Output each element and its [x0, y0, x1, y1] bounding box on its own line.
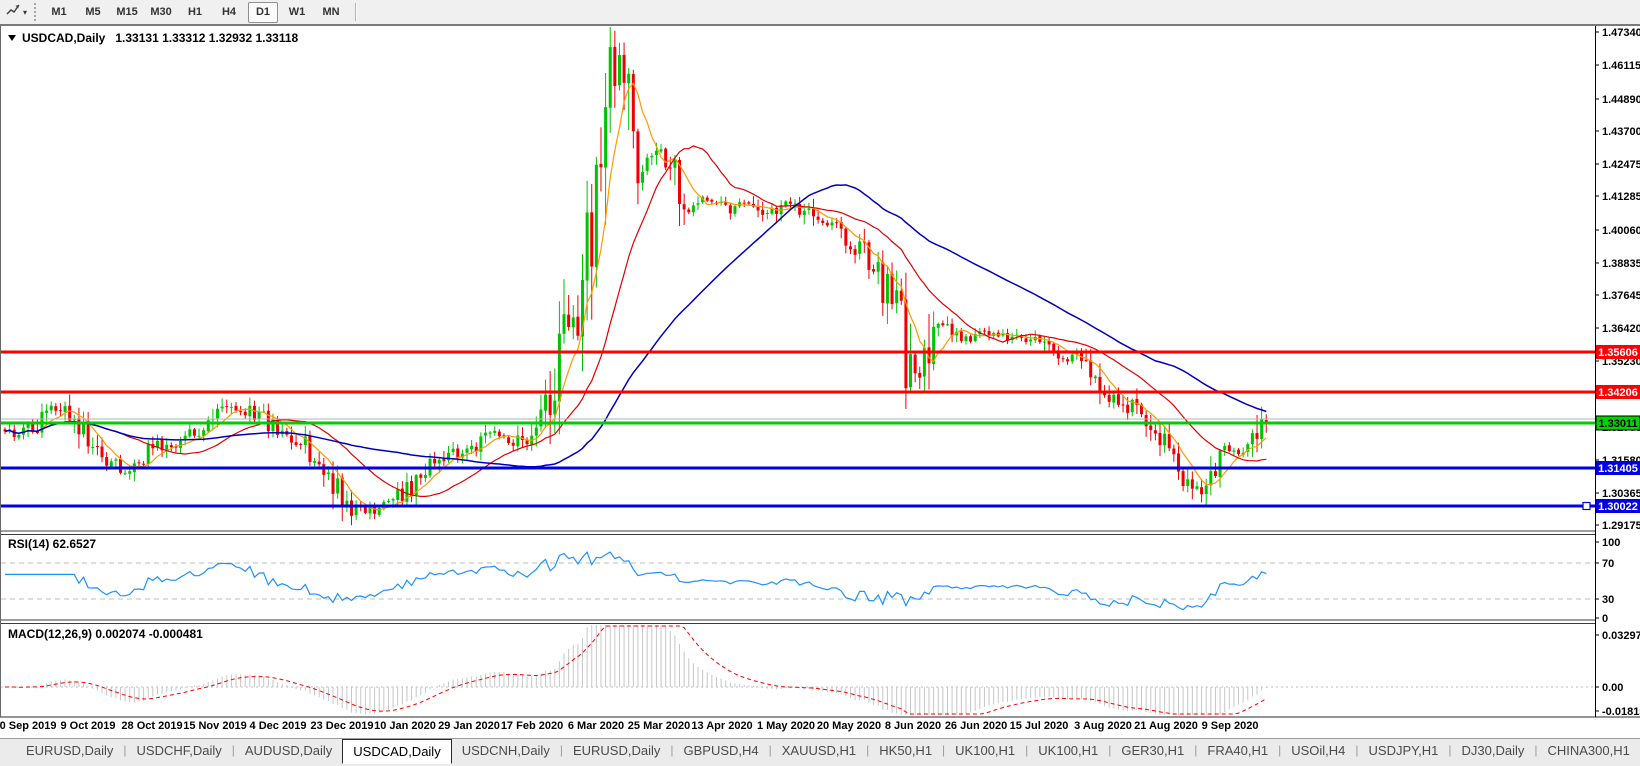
- date-tick-label: 13 Apr 2020: [691, 720, 753, 732]
- date-tick-label: 3 Aug 2020: [1074, 720, 1132, 732]
- date-tick-label: 4 Dec 2019: [249, 720, 307, 732]
- timeframe-button-h1[interactable]: H1: [180, 2, 210, 23]
- chart-tab-ger30-h1[interactable]: GER30,H1: [1111, 740, 1194, 761]
- time-axis[interactable]: 20 Sep 20199 Oct 2019 28 Oct 201915 Nov 2…: [0, 718, 1640, 738]
- svg-text:1.30022: 1.30022: [1598, 501, 1638, 513]
- chart-tab-audusd-daily[interactable]: AUDUSD,Daily: [235, 740, 342, 761]
- date-tick-label: 25 Mar 2020: [627, 720, 691, 732]
- date-tick-label: 20 May 2020: [816, 720, 882, 732]
- date-tick-label: 26 Jun 2020: [944, 720, 1008, 732]
- date-tick-label: 8 Jun 2020: [884, 720, 942, 732]
- chart-tab-dj30-daily[interactable]: DJ30,Daily: [1452, 740, 1535, 761]
- macd-axis-label: 0.032972: [1602, 630, 1640, 642]
- chart-title: USDCAD,Daily 1.33131 1.33312 1.32932 1.33…: [8, 31, 299, 45]
- line-drag-handle[interactable]: [1582, 501, 1591, 511]
- macd-axis-label: -0.018154: [1602, 706, 1640, 718]
- timeframe-button-m30[interactable]: M30: [146, 2, 176, 23]
- price-flag: 1.34206: [1596, 385, 1640, 399]
- svg-text:1.31405: 1.31405: [1598, 463, 1638, 475]
- chart-tab-uk100-h1[interactable]: UK100,H1: [945, 740, 1025, 761]
- chart-tab-xauusd-h1[interactable]: XAUUSD,H1: [772, 740, 866, 761]
- price-tick-label: 1.36420: [1602, 323, 1640, 335]
- price-tick-label: 1.38835: [1602, 258, 1640, 270]
- svg-text:USDCAD,Daily1.33131 1.33312 1.: USDCAD,Daily 1.33131 1.33312 1.32932 1.33…: [22, 31, 299, 45]
- rsi-axis-label: 70: [1602, 558, 1614, 570]
- chart-tab-uk100-h1[interactable]: UK100,H1: [1028, 740, 1108, 761]
- chart-tab-eurusd-daily[interactable]: EURUSD,Daily: [16, 740, 123, 761]
- svg-text:1.33011: 1.33011: [1598, 418, 1637, 430]
- timeframe-button-m1[interactable]: M1: [44, 2, 74, 23]
- price-tick-label: 1.47340: [1602, 27, 1640, 39]
- toolbar-separator: [355, 3, 358, 21]
- macd-axis-label: 0.00: [1602, 682, 1623, 694]
- price-tick-label: 1.40060: [1602, 225, 1640, 237]
- chart-tab-usdcnh-daily[interactable]: USDCNH,Daily: [452, 740, 560, 761]
- timeframe-button-mn[interactable]: MN: [316, 2, 346, 23]
- date-tick-label: 9 Oct 2019: [60, 720, 116, 732]
- rsi-axis-label: 100: [1602, 537, 1620, 549]
- svg-text:1.35606: 1.35606: [1598, 347, 1638, 359]
- timeframe-button-h4[interactable]: H4: [214, 2, 244, 23]
- chart-background: [0, 26, 1640, 718]
- chart-tab-eurusd-daily[interactable]: EURUSD,Daily: [563, 740, 670, 761]
- date-tick-label: 6 Mar 2020: [567, 720, 625, 732]
- chart-tab-usdjpy-h1[interactable]: USDJPY,H1: [1359, 740, 1449, 761]
- date-tick-label: 17 Feb 2020: [500, 720, 564, 732]
- rsi-label: RSI(14) 62.6527: [8, 537, 96, 551]
- macd-label: MACD(12,26,9) 0.002074 -0.000481: [8, 627, 203, 641]
- date-tick-label: 15 Nov 2019: [183, 720, 247, 732]
- chevron-down-icon: ▾: [23, 7, 28, 17]
- chart-tab-usoil-h4[interactable]: USOil,H4: [1281, 740, 1355, 761]
- timeframe-button-m15[interactable]: M15: [112, 2, 142, 23]
- timeframe-button-m5[interactable]: M5: [78, 2, 108, 23]
- price-tick-label: 1.37645: [1602, 290, 1640, 302]
- timeframe-button-w1[interactable]: W1: [282, 2, 312, 23]
- price-tick-label: 1.42475: [1602, 159, 1640, 171]
- date-tick-label: 9 Sep 2020: [1201, 720, 1259, 732]
- price-flag: 1.30022: [1596, 499, 1640, 513]
- toolbar-grip: [34, 3, 37, 21]
- price-flag: 1.35606: [1596, 345, 1640, 359]
- date-tick-label: 20 Sep 2019: [0, 720, 57, 732]
- price-flag: 1.31405: [1596, 461, 1640, 475]
- price-flag: 1.33011: [1595, 415, 1640, 431]
- price-tick-label: 1.46115: [1602, 60, 1640, 72]
- rsi-axis-label: 30: [1602, 594, 1614, 606]
- toolbar: ▾ M1 M5 M15 M30 H1 H4 D1 W1 MN: [0, 0, 1640, 26]
- svg-text:1.34206: 1.34206: [1598, 387, 1638, 399]
- chart-tab-usdcad-daily[interactable]: USDCAD,Daily: [342, 739, 452, 764]
- date-tick-label: 29 Jan 2020: [438, 720, 500, 732]
- date-tick-label: 1 May 2020: [756, 720, 816, 732]
- timeframe-buttons: M1 M5 M15 M30 H1 H4 D1 W1 MN: [42, 1, 348, 23]
- chart-tab-china300-h1[interactable]: CHINA300,H1: [1537, 740, 1639, 761]
- price-tick-label: 1.41285: [1602, 191, 1640, 203]
- cursor-tool-button[interactable]: ▾: [2, 2, 30, 22]
- date-tick-label: 21 Aug 2020: [1134, 720, 1198, 732]
- price-tick-label: 1.44890: [1602, 94, 1640, 106]
- rsi-axis-label: 0: [1602, 613, 1608, 625]
- chart-canvas[interactable]: 1.47340 1.46115 1.44890 1.43700 1.42475 1.412…: [0, 26, 1640, 718]
- date-tick-label: 10 Jan 2020: [374, 720, 436, 732]
- chart-tab-gbpusd-h4[interactable]: GBPUSD,H4: [673, 740, 768, 761]
- chart-tab-bar: EURUSD,Daily | USDCHF,Daily | AUDUSD,Daily US…: [0, 738, 1640, 766]
- chart-tab-hk50-h1[interactable]: HK50,H1: [869, 740, 942, 761]
- date-tick-label: 28 Oct 2019: [121, 720, 183, 732]
- cursor-chart-icon: [5, 2, 21, 23]
- timeframe-button-d1[interactable]: D1: [248, 1, 279, 23]
- mt4-window: ▾ M1 M5 M15 M30 H1 H4 D1 W1 MN 1.47340 1.46115 1.4…: [0, 0, 1640, 766]
- price-tick-label: 1.30365: [1602, 488, 1640, 500]
- price-tick-label: 1.29175: [1602, 520, 1640, 532]
- chart-tab-fra40-h1[interactable]: FRA40,H1: [1197, 740, 1278, 761]
- chart-tab-usdchf-daily[interactable]: USDCHF,Daily: [127, 740, 232, 761]
- date-tick-label: 15 Jul 2020: [1009, 720, 1069, 732]
- date-tick-label: 23 Dec 2019: [310, 720, 374, 732]
- price-tick-label: 1.43700: [1602, 126, 1640, 138]
